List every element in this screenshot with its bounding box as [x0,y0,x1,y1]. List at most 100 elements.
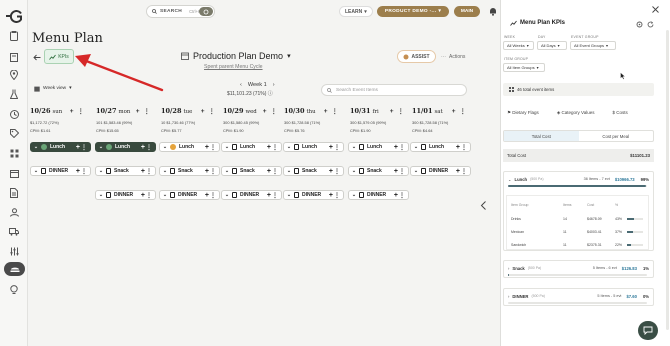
chevron-down-icon[interactable]: ⌄ [286,144,292,150]
main-button[interactable]: MAIN [454,6,480,17]
day-add-and-menu[interactable]: +⋮ [452,107,470,115]
add-icon[interactable]: + [394,192,398,199]
meal-event-chip[interactable]: ⌄ DINNER + ⋮ [283,190,344,200]
location-icon[interactable] [8,69,20,81]
event-group-filter-select[interactable]: All Event Groups ▾ [570,41,616,50]
bell-icon[interactable] [489,7,497,16]
add-icon[interactable]: + [141,168,145,175]
chevron-down-icon[interactable]: ⌄ [351,144,357,150]
add-icon[interactable]: + [205,144,209,151]
meal-event-chip[interactable]: ⌄ Snack + ⋮ [283,166,344,176]
clipboard-icon[interactable] [8,30,20,42]
add-icon[interactable]: + [456,168,460,175]
add-icon[interactable]: + [394,168,398,175]
day-add-and-menu[interactable]: +⋮ [324,107,342,115]
parent-menu-cycle-link[interactable]: Spent parent Menu Cycle [204,64,263,70]
meal-card-dinner[interactable]: › DINNER (500 Pa) 5 Items - 5 evt $7.60 … [503,288,654,306]
day-add-and-menu[interactable]: +⋮ [263,107,281,115]
user-icon[interactable] [8,206,20,218]
day-add-and-menu[interactable]: +⋮ [70,107,88,115]
add-icon[interactable]: + [141,144,145,151]
document-icon[interactable] [8,187,20,199]
search-go-icon[interactable] [199,7,213,16]
chevron-down-icon[interactable]: ⌄ [413,144,419,150]
meal-event-chip[interactable]: ⌄ DINNER + ⋮ [348,190,409,200]
meal-event-chip[interactable]: ⌄ Lunch + ⋮ [410,142,471,152]
chevron-down-icon[interactable]: ⌄ [162,168,168,174]
day-filter-select[interactable]: All Days ▾ [537,41,567,50]
meal-event-chip[interactable]: ⌄ Snack + ⋮ [159,166,220,176]
chevron-down-icon[interactable]: ⌄ [162,192,168,198]
chevron-down-icon[interactable]: ⌄ [98,144,104,150]
chevron-down-icon[interactable]: ⌄ [98,168,104,174]
app-logo[interactable] [6,10,23,23]
kebab-menu-icon[interactable]: ⋮ [272,168,278,175]
truck-icon[interactable] [8,226,20,238]
add-icon[interactable]: + [141,192,145,199]
kebab-menu-icon[interactable]: ⋮ [146,144,152,151]
week-view-dropdown[interactable]: Week view ▾ [34,83,80,94]
product-demo-dropdown[interactable]: PRODUCT DEMO -... ▾ [377,6,449,17]
global-search-button[interactable]: SEARCH Ctrl+K [146,5,215,18]
meal-event-chip[interactable]: ⌄ Snack + ⋮ [348,166,409,176]
chevron-down-icon[interactable]: ⌄ [351,168,357,174]
kebab-menu-icon[interactable]: ⋮ [461,144,467,151]
event-search-input[interactable]: Search Event Items [321,84,467,96]
kebab-menu-icon[interactable]: ⋮ [461,168,467,175]
chevron-down-icon[interactable]: ⌄ [286,168,292,174]
kebab-menu-icon[interactable]: ⋮ [146,192,152,199]
kebab-menu-icon[interactable]: ⋮ [81,168,87,175]
chevron-right-icon[interactable]: › [508,266,509,271]
total-cost-toggle[interactable]: Total Cost [504,131,579,141]
cost-per-meal-toggle[interactable]: Cost per Meal [579,131,654,141]
add-icon[interactable]: + [205,168,209,175]
meal-event-chip[interactable]: ⌄ DINNER + ⋮ [410,166,471,176]
day-add-and-menu[interactable]: +⋮ [390,107,408,115]
add-icon[interactable]: + [267,144,271,151]
panel-scrollbar[interactable] [666,30,669,330]
kpis-button[interactable]: KPIs [44,49,74,64]
meal-event-chip[interactable]: ⌄ DINNER + ⋮ [95,190,156,200]
add-icon[interactable]: + [205,192,209,199]
chevron-down-icon[interactable]: ⌄ [162,144,168,150]
refresh-icon[interactable] [647,21,654,28]
kebab-menu-icon[interactable]: ⋮ [146,168,152,175]
day-add-and-menu[interactable]: +⋮ [201,107,219,115]
tab-costs[interactable]: $ Costs [612,110,627,116]
meal-event-chip[interactable]: ⌄ DINNER + ⋮ [30,166,91,176]
flask-icon[interactable] [8,88,20,100]
chevron-down-icon[interactable]: ⌄ [413,168,419,174]
chevron-down-icon[interactable]: ⌄ [33,168,39,174]
menu-plan-nav-icon[interactable] [4,262,25,276]
plan-name[interactable]: Production Plan Demo ▾ [181,51,291,61]
chevron-down-icon[interactable]: ⌄ [224,192,230,198]
chevron-down-icon[interactable]: ⌄ [286,192,292,198]
prev-week-icon[interactable]: ‹ [240,82,242,88]
calendar-icon[interactable] [8,167,20,179]
clock-icon[interactable] [8,108,20,120]
bulb-icon[interactable] [8,284,20,296]
collapse-panel-icon[interactable] [480,201,487,210]
chevron-down-icon[interactable]: ⌄ [351,192,357,198]
close-icon[interactable] [652,6,659,13]
kebab-menu-icon[interactable]: ⋮ [272,144,278,151]
item-group-filter-select[interactable]: All Item Groups ▾ [503,63,545,72]
kebab-menu-icon[interactable]: ⋮ [334,168,340,175]
tag-icon[interactable] [8,127,20,139]
learn-dropdown[interactable]: LEARN ▾ [339,6,373,17]
day-add-and-menu[interactable]: +⋮ [136,107,154,115]
kebab-menu-icon[interactable]: ⋮ [210,144,216,151]
kebab-menu-icon[interactable]: ⋮ [399,144,405,151]
meal-event-chip[interactable]: ⌄ Lunch + ⋮ [30,142,91,152]
chat-button[interactable] [638,321,658,340]
meal-event-chip[interactable]: ⌄ Lunch + ⋮ [283,142,344,152]
kebab-menu-icon[interactable]: ⋮ [334,192,340,199]
actions-button[interactable]: ⋯ Actions [441,51,477,62]
add-icon[interactable]: + [394,144,398,151]
add-icon[interactable]: + [329,144,333,151]
kebab-menu-icon[interactable]: ⋮ [334,144,340,151]
chevron-right-icon[interactable]: › [508,294,509,299]
chevron-down-icon[interactable]: ⌄ [33,144,39,150]
add-icon[interactable]: + [456,144,460,151]
meal-event-chip[interactable]: ⌄ Lunch + ⋮ [348,142,409,152]
